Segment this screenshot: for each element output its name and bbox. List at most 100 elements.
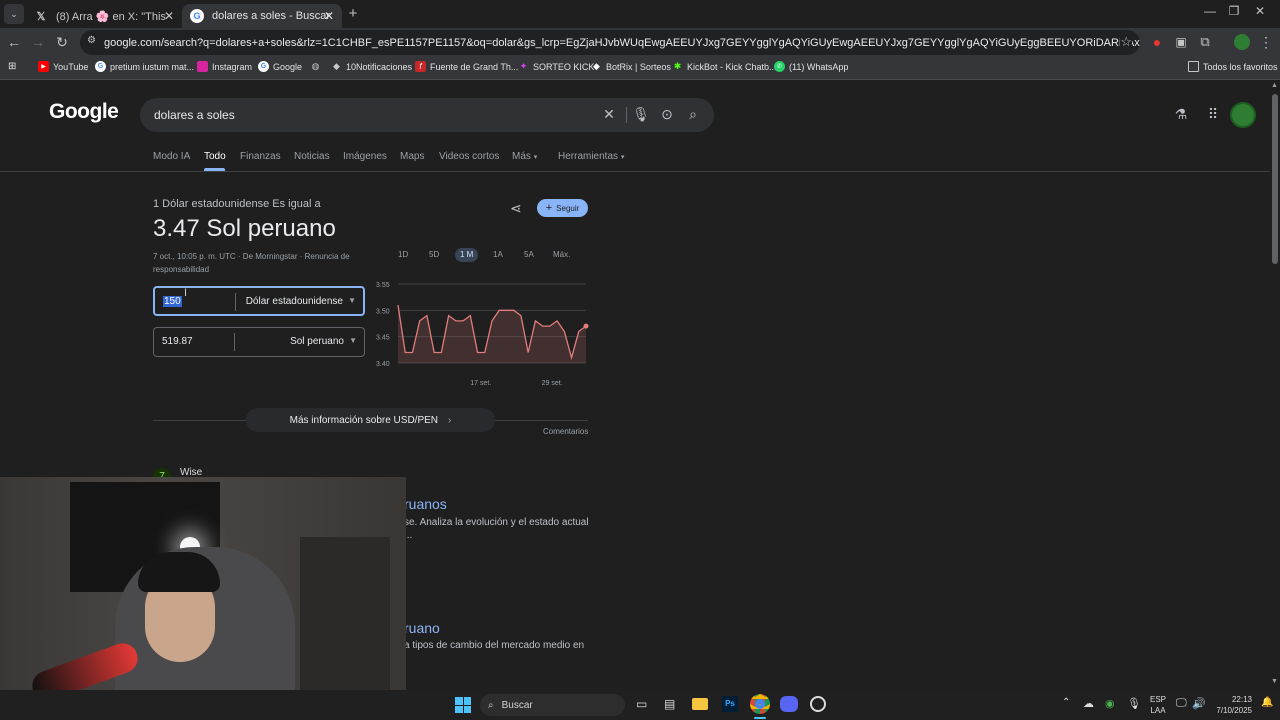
tab-strip: ⌄ 𝕏 (8) Arra 🌸 en X: "This is getting ✕ …	[0, 0, 1280, 28]
tray-chevron-icon[interactable]: ⌃	[1062, 697, 1070, 708]
tab-maps[interactable]: Maps	[400, 151, 424, 162]
scrollbar-thumb[interactable]	[1272, 94, 1278, 264]
file-explorer-icon[interactable]	[692, 698, 708, 710]
range-1m[interactable]: 1 M	[455, 248, 479, 262]
clock[interactable]: 22:13 7/10/2025	[1210, 694, 1252, 716]
bookmark-star-icon[interactable]: ☆	[1120, 34, 1132, 50]
to-currency-select[interactable]: Sol peruano	[290, 336, 344, 347]
language-indicator[interactable]: ESP LAA	[1150, 694, 1166, 716]
bookmark-pretium[interactable]: Gpretium iustum mat...	[95, 61, 194, 72]
address-bar[interactable]: ⚙ google.com/search?q=dolares+a+soles&rl…	[80, 30, 1140, 55]
new-tab-button[interactable]: +	[343, 4, 363, 24]
bookmark-youtube[interactable]: ▶ YouTube	[38, 61, 88, 72]
tab-mas[interactable]: Más ▾	[512, 151, 537, 162]
bookmark-botrix[interactable]: ◆ BotRix | Sorteos	[591, 61, 671, 72]
search-icon[interactable]: ⌕	[684, 106, 702, 124]
bookmark-fuente-gta[interactable]: f Fuente de Grand Th...	[415, 61, 518, 72]
app-icon-obs[interactable]	[810, 696, 826, 712]
disclaimer-link[interactable]: responsabilidad	[153, 265, 209, 274]
range-1a[interactable]: 1A	[488, 248, 508, 262]
bookmark-google[interactable]: G Google	[258, 61, 302, 72]
bookmark-globe[interactable]: ◍	[310, 61, 325, 72]
dropdown-icon: ▾	[533, 154, 538, 161]
microphone-icon[interactable]: 🎙	[632, 106, 650, 124]
app-icon[interactable]: ▤	[664, 697, 675, 711]
apps-grid-icon[interactable]: ⊞	[8, 61, 16, 72]
page-scrollbar[interactable]: ▲ ▼	[1270, 80, 1280, 690]
exchange-rate-chart[interactable]: 3.55 3.50 3.45 3.40 17 set. 29 set.	[368, 274, 598, 394]
scroll-down-arrow[interactable]: ▼	[1271, 678, 1278, 685]
follow-button[interactable]: + Seguir	[537, 199, 588, 217]
google-logo[interactable]: Google	[49, 100, 119, 124]
kickbot-icon: ✱	[673, 61, 682, 71]
extension-red-icon[interactable]: ●	[1147, 32, 1167, 52]
profile-avatar[interactable]	[1232, 32, 1252, 52]
chrome-active-indicator	[754, 717, 766, 719]
notifications-icon[interactable]: 🔔	[1261, 697, 1273, 708]
range-max[interactable]: Máx.	[548, 248, 575, 262]
to-amount-input[interactable]: 519.87	[162, 336, 193, 347]
taskbar-search[interactable]: ⌕ Buscar	[480, 694, 625, 716]
tray-app-icon[interactable]: ◉	[1105, 697, 1115, 710]
bookmark-10notificaciones[interactable]: ◆ 10Notificaciones	[331, 61, 412, 72]
apps-grid-icon[interactable]: ⠿	[1204, 106, 1222, 124]
tab-noticias[interactable]: Noticias	[294, 151, 330, 162]
range-5a[interactable]: 5A	[519, 248, 539, 262]
clear-icon[interactable]: ✕	[600, 106, 618, 124]
tab-todo[interactable]: Todo	[204, 151, 226, 162]
dropdown-icon: ▼	[348, 296, 356, 305]
account-avatar[interactable]	[1230, 102, 1256, 128]
labs-flask-icon[interactable]: ⚗	[1172, 106, 1190, 124]
feedback-link[interactable]: Comentarios	[543, 427, 588, 436]
photoshop-icon[interactable]: Ps	[722, 696, 738, 712]
extensions-puzzle-icon[interactable]: ⧉	[1195, 32, 1215, 52]
discord-icon[interactable]	[780, 696, 798, 712]
from-currency-select[interactable]: Dólar estadounidense	[246, 296, 343, 307]
close-tab-icon[interactable]: ✕	[164, 9, 174, 23]
tab-videos-cortos[interactable]: Videos cortos	[439, 151, 499, 162]
tab-modo-ia[interactable]: Modo IA	[153, 151, 190, 162]
bookmark-kickbot[interactable]: ✱ KickBot - Kick Chatb...	[672, 61, 777, 72]
result-title-2[interactable]: ruano	[404, 620, 440, 636]
lens-icon[interactable]: ⊙	[658, 106, 676, 124]
tab-google[interactable]: G dolares a soles - Buscar con Go ✕	[182, 4, 342, 28]
start-button[interactable]	[455, 697, 471, 713]
extension-icon[interactable]: ▣	[1171, 32, 1191, 52]
volume-icon[interactable]: 🔊	[1192, 697, 1206, 710]
site-info-icon[interactable]: ⚙	[87, 35, 96, 46]
close-window-button[interactable]: ✕	[1240, 4, 1280, 24]
onedrive-icon[interactable]: ☁	[1083, 697, 1094, 710]
search-query[interactable]: dolares a soles	[154, 108, 235, 122]
forward-button[interactable]: →	[28, 32, 48, 52]
microphone-icon[interactable]: 🎙	[1127, 697, 1141, 710]
tab-x[interactable]: 𝕏 (8) Arra 🌸 en X: "This is getting ✕	[26, 4, 182, 28]
search-box[interactable]: dolares a soles ✕ 🎙 ⊙ ⌕	[140, 98, 714, 132]
network-icon[interactable]: 🖵	[1176, 697, 1187, 710]
tab-herramientas[interactable]: Herramientas ▾	[558, 151, 624, 162]
more-info-button[interactable]: Más información sobre USD/PEN ›	[246, 408, 495, 432]
scroll-up-arrow[interactable]: ▲	[1271, 82, 1278, 89]
tab-search-button[interactable]: ⌄	[4, 4, 24, 24]
converter-result: 3.47 Sol peruano	[153, 215, 336, 242]
from-amount-input[interactable]: 150	[163, 296, 182, 307]
bookmarks-folder[interactable]: Todos los favoritos	[1188, 61, 1278, 72]
tab-finanzas[interactable]: Finanzas	[240, 151, 281, 162]
to-currency-field[interactable]: 519.87 Sol peruano ▼	[153, 327, 365, 357]
bookmark-whatsapp[interactable]: ✆ (11) WhatsApp	[774, 61, 848, 72]
chrome-icon[interactable]	[750, 694, 770, 714]
tab-imagenes[interactable]: Imágenes	[343, 151, 387, 162]
share-icon[interactable]: ⋖	[510, 200, 522, 217]
reload-button[interactable]: ↻	[52, 32, 72, 52]
result-title-1[interactable]: ruanos	[404, 496, 447, 512]
task-view-icon[interactable]: ▭	[636, 697, 647, 711]
close-tab-icon[interactable]: ✕	[324, 9, 334, 23]
bookmark-sorteo-kick[interactable]: ✦ SORTEO KICK	[518, 61, 595, 72]
range-1d[interactable]: 1D	[393, 248, 413, 262]
x-tick-label: 29 set.	[542, 380, 563, 387]
google-icon: G	[258, 61, 269, 72]
bookmark-instagram[interactable]: Instagram	[197, 61, 252, 72]
chevron-right-icon: ›	[448, 414, 452, 426]
range-5d[interactable]: 5D	[424, 248, 444, 262]
back-button[interactable]: ←	[4, 32, 24, 52]
menu-kebab-icon[interactable]: ⋮	[1256, 32, 1276, 52]
